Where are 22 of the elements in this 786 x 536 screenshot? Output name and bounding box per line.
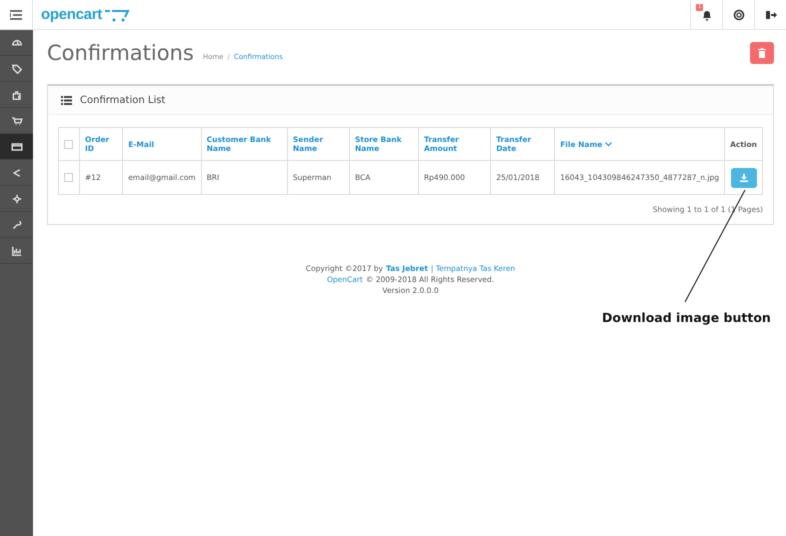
sort-caret-icon [605, 142, 612, 146]
logout-icon [764, 8, 776, 20]
delete-button[interactable] [750, 42, 774, 64]
cart-icon [10, 114, 22, 126]
select-all-checkbox[interactable] [64, 140, 73, 149]
download-icon [740, 174, 748, 182]
card-icon [10, 140, 22, 152]
row-checkbox[interactable] [64, 173, 73, 182]
page-title: Confirmations [47, 41, 194, 65]
sidebar-item[interactable] [0, 134, 33, 160]
wrench-icon [10, 218, 22, 230]
logo[interactable]: opencart [33, 0, 130, 29]
chart-icon [10, 244, 22, 256]
logo-text: opencart [41, 6, 102, 23]
panel-title: Confirmation List [80, 94, 166, 106]
bell-icon [700, 8, 712, 20]
trash-icon [758, 48, 766, 58]
list-icon [61, 96, 72, 104]
cart-logo-icon [104, 8, 130, 22]
tag-icon [10, 62, 22, 74]
menu-icon [10, 10, 22, 20]
annotation-text: Download image button [602, 310, 771, 325]
